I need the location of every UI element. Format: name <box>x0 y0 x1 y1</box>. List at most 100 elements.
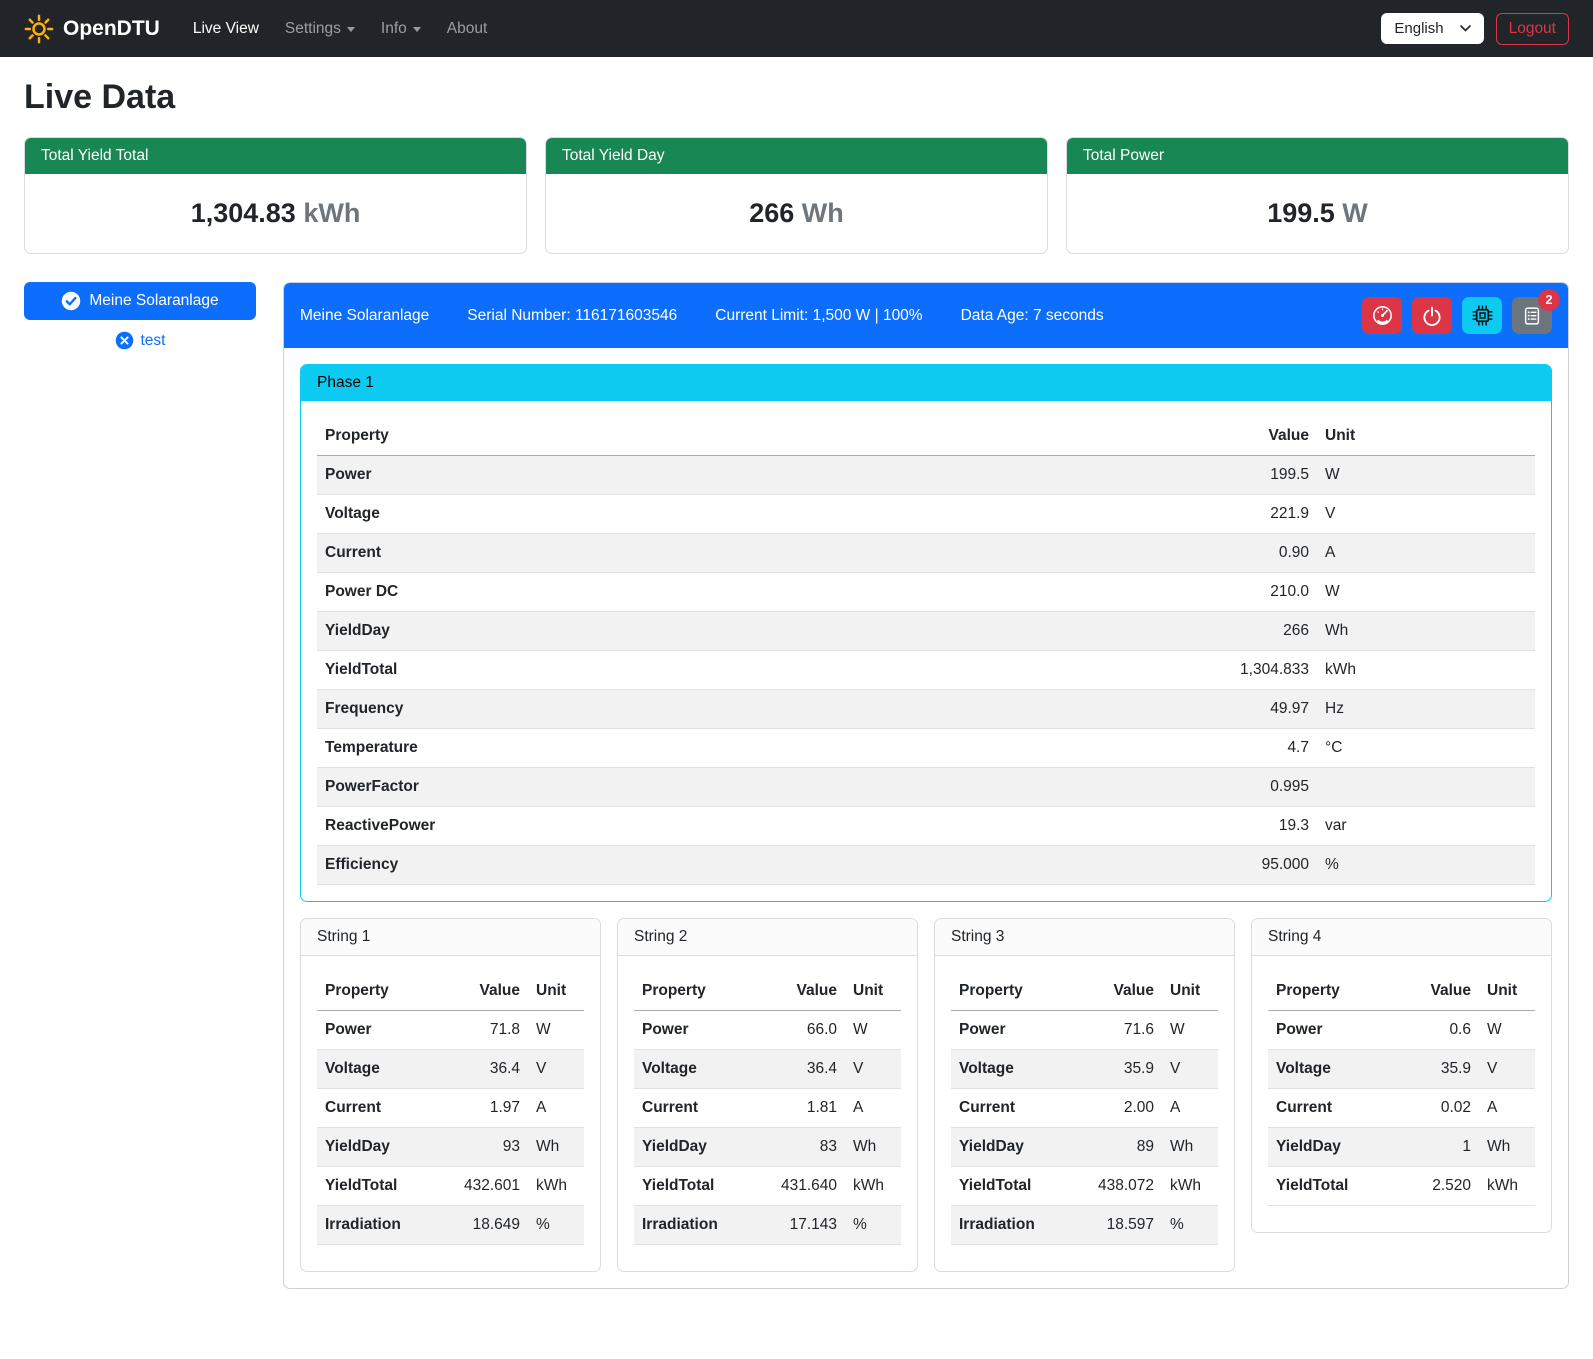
table-row: Power 0.6 W <box>1268 1011 1535 1050</box>
nav-item-about[interactable]: About <box>434 12 501 46</box>
row-value: 18.597 <box>1069 1206 1162 1245</box>
table-row: Current 1.81 A <box>634 1089 901 1128</box>
row-unit: A <box>845 1089 901 1128</box>
brand-label: OpenDTU <box>63 17 160 41</box>
sun-logo-icon <box>24 14 54 44</box>
row-unit: kWh <box>1317 651 1535 690</box>
nav-item-label: Info <box>381 20 407 38</box>
page-title: Live Data <box>24 78 1569 117</box>
row-value: 35.9 <box>1397 1050 1479 1089</box>
table-row: Voltage 221.9 V <box>317 495 1535 534</box>
column-header-property: Property <box>1268 972 1397 1011</box>
nav-item-info[interactable]: Info <box>368 12 434 46</box>
row-unit: % <box>845 1206 901 1245</box>
table-row: Irradiation 18.597 % <box>951 1206 1218 1245</box>
row-value: 36.4 <box>752 1050 845 1089</box>
row-unit: % <box>1162 1206 1218 1245</box>
row-property: Irradiation <box>634 1206 752 1245</box>
table-row: Irradiation 18.649 % <box>317 1206 584 1245</box>
sidebar-inverter-meine-solaranlage[interactable]: Meine Solaranlage <box>24 282 256 320</box>
row-property: Voltage <box>317 1050 435 1089</box>
row-unit: var <box>1317 807 1535 846</box>
row-unit: Wh <box>1479 1128 1535 1167</box>
row-value: 35.9 <box>1069 1050 1162 1089</box>
nav-item-live-view[interactable]: Live View <box>180 12 272 46</box>
logout-button[interactable]: Logout <box>1496 13 1569 45</box>
row-value: 432.601 <box>435 1167 528 1206</box>
row-value: 95.000 <box>915 846 1317 885</box>
row-value: 266 <box>915 612 1317 651</box>
phase-table: Property Value Unit Power 199.5 W Voltag… <box>317 417 1535 885</box>
row-value: 66.0 <box>752 1011 845 1050</box>
column-header-unit: Unit <box>1162 972 1218 1011</box>
power-button[interactable] <box>1412 297 1452 334</box>
strings-grid: String 1 Property Value Unit Power 71.8 … <box>300 918 1552 1272</box>
column-header-unit: Unit <box>1479 972 1535 1011</box>
summary-unit: Wh <box>802 198 844 228</box>
string-title: String 2 <box>618 919 917 956</box>
language-select[interactable]: English <box>1381 13 1483 44</box>
event-count-badge[interactable]: 2 <box>1538 289 1560 311</box>
summary-card-total-power: Total Power 199.5 W <box>1066 137 1569 254</box>
row-property: Current <box>1268 1089 1397 1128</box>
row-unit: A <box>1317 534 1535 573</box>
brand[interactable]: OpenDTU <box>24 14 160 44</box>
row-value: 49.97 <box>915 690 1317 729</box>
column-header-value: Value <box>1069 972 1162 1011</box>
string-title: String 4 <box>1252 919 1551 956</box>
table-row: YieldTotal 431.640 kWh <box>634 1167 901 1206</box>
string-title: String 1 <box>301 919 600 956</box>
row-property: YieldDay <box>317 612 915 651</box>
summary-card-total-yield-total: Total Yield Total 1,304.83 kWh <box>24 137 527 254</box>
table-row: Power 199.5 W <box>317 456 1535 495</box>
row-unit: V <box>1317 495 1535 534</box>
row-property: Current <box>634 1089 752 1128</box>
row-unit: kWh <box>845 1167 901 1206</box>
row-unit: Wh <box>845 1128 901 1167</box>
device-info-button[interactable] <box>1462 297 1502 334</box>
row-property: Current <box>951 1089 1069 1128</box>
row-property: Irradiation <box>951 1206 1069 1245</box>
row-property: Power <box>317 1011 435 1050</box>
column-header-property: Property <box>951 972 1069 1011</box>
column-header-value: Value <box>1397 972 1479 1011</box>
row-value: 4.7 <box>915 729 1317 768</box>
row-unit: kWh <box>1479 1167 1535 1206</box>
row-value: 221.9 <box>915 495 1317 534</box>
row-property: Voltage <box>951 1050 1069 1089</box>
navbar: OpenDTU Live View Settings Info About En… <box>0 0 1593 57</box>
table-row: ReactivePower 19.3 var <box>317 807 1535 846</box>
inverter-data-age: Data Age: 7 seconds <box>961 307 1104 325</box>
caret-down-icon <box>413 27 421 32</box>
column-header-unit: Unit <box>845 972 901 1011</box>
row-property: Power DC <box>317 573 915 612</box>
row-unit: W <box>1162 1011 1218 1050</box>
inverter-meta: Meine Solaranlage Serial Number: 1161716… <box>300 307 1104 325</box>
table-row: Current 0.90 A <box>317 534 1535 573</box>
table-row: Power 66.0 W <box>634 1011 901 1050</box>
row-value: 1.97 <box>435 1089 528 1128</box>
row-value: 36.4 <box>435 1050 528 1089</box>
row-value: 17.143 <box>752 1206 845 1245</box>
summary-value: 1,304.83 <box>191 198 296 228</box>
inverter-actions: 2 <box>1362 297 1552 334</box>
event-log-button[interactable]: 2 <box>1512 297 1552 334</box>
row-property: Voltage <box>634 1050 752 1089</box>
row-unit: Wh <box>528 1128 584 1167</box>
summary-value: 266 <box>749 198 794 228</box>
row-unit: V <box>845 1050 901 1089</box>
nav-item-label: Settings <box>285 20 341 38</box>
row-unit: Wh <box>1162 1128 1218 1167</box>
sidebar-inverter-test[interactable]: test <box>24 331 256 350</box>
row-property: Power <box>317 456 915 495</box>
column-header-property: Property <box>634 972 752 1011</box>
row-property: Efficiency <box>317 846 915 885</box>
inverter-link-label: test <box>141 332 166 350</box>
table-row: YieldDay 83 Wh <box>634 1128 901 1167</box>
chevron-down-icon <box>1460 25 1471 32</box>
limit-gauge-button[interactable] <box>1362 297 1402 334</box>
summary-cards: Total Yield Total 1,304.83 kWh Total Yie… <box>24 137 1569 254</box>
row-value: 71.6 <box>1069 1011 1162 1050</box>
nav-item-settings[interactable]: Settings <box>272 12 368 46</box>
row-property: Power <box>951 1011 1069 1050</box>
